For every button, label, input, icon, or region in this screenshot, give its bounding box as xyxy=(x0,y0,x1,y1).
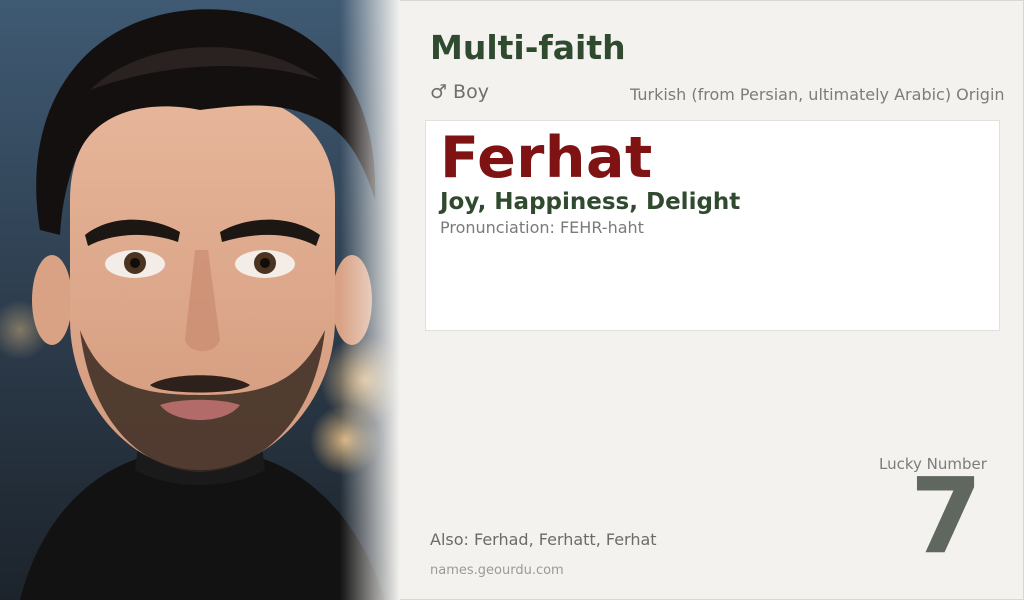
origin-text: Turkish (from Persian, ultimately Arabic… xyxy=(630,85,1005,104)
male-icon: ♂ xyxy=(430,81,448,103)
gender-text: Boy xyxy=(453,81,489,103)
portrait-image xyxy=(0,0,400,600)
name-meaning: Joy, Happiness, Delight xyxy=(440,189,741,215)
pronunciation-text: Pronunciation: FEHR-haht xyxy=(440,218,644,237)
name-heading: Ferhat xyxy=(440,125,653,191)
gender-label: ♂ Boy xyxy=(430,81,489,103)
name-card: Ferhat Joy, Happiness, Delight Pronuncia… xyxy=(425,120,1000,331)
portrait-fade xyxy=(340,0,400,600)
site-watermark[interactable]: names.geourdu.com xyxy=(430,563,564,578)
category-title: Multi-faith xyxy=(430,28,626,67)
lucky-number-value: 7 xyxy=(910,455,983,577)
alternate-spellings: Also: Ferhad, Ferhatt, Ferhat xyxy=(430,530,657,549)
